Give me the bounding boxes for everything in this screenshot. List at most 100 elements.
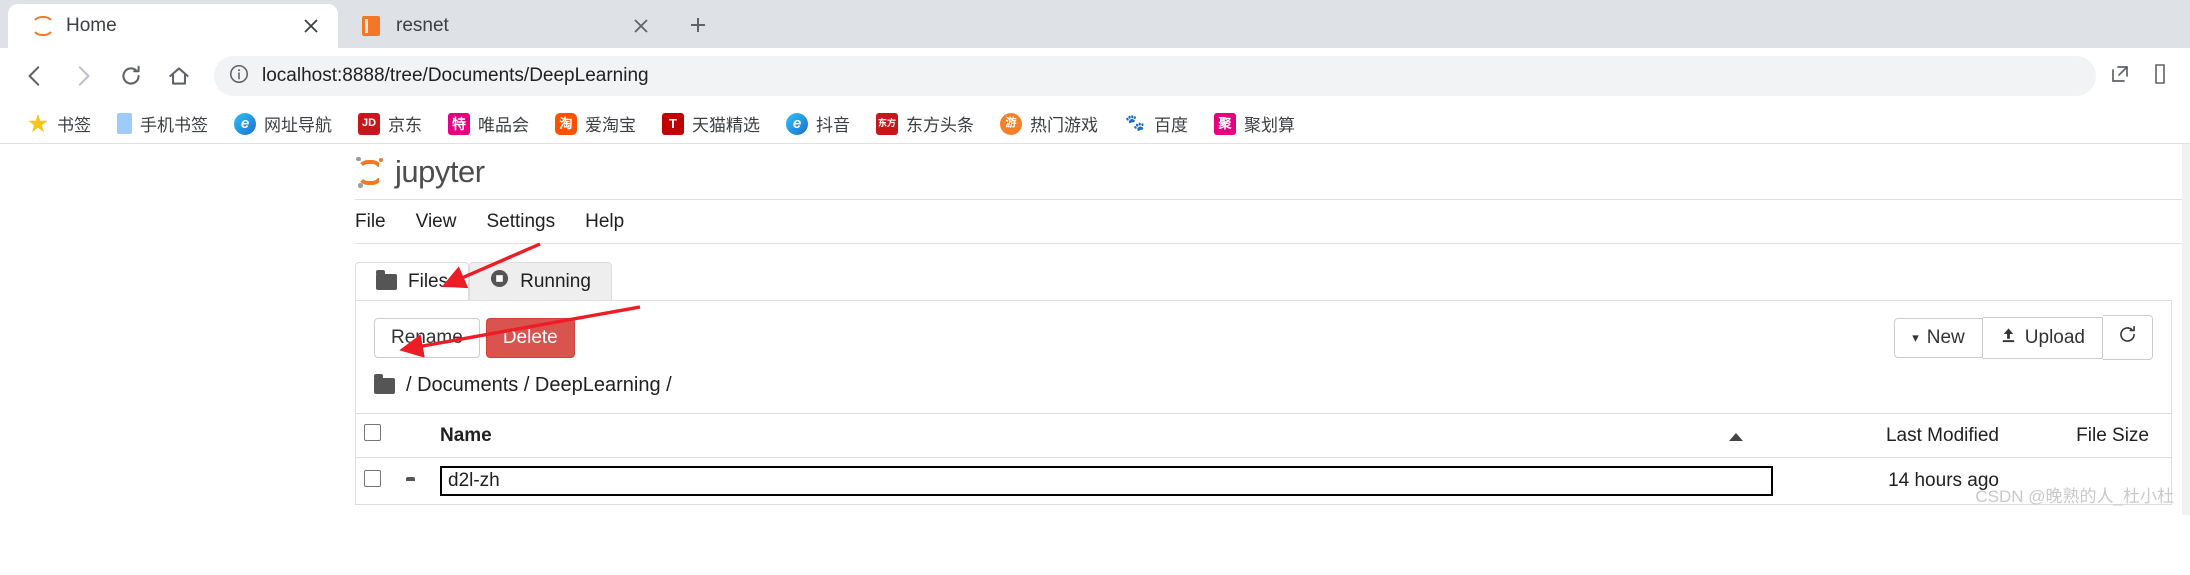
bookmark-item-dongfang[interactable]: 东方 东方头条 bbox=[863, 107, 987, 141]
tab-title: resnet bbox=[396, 15, 449, 36]
file-list-table: Name Last Modified File Size d2l-zh 14 h… bbox=[356, 413, 2171, 504]
taobao-icon: 淘 bbox=[555, 112, 577, 135]
name-header[interactable]: Name bbox=[432, 413, 1691, 458]
browser-tab-resnet[interactable]: resnet bbox=[338, 4, 668, 48]
sort-indicator-header[interactable] bbox=[1691, 413, 1781, 458]
chevron-down-icon: ▾ bbox=[1912, 329, 1919, 345]
upload-arrow-icon bbox=[2000, 326, 2017, 350]
jupyter-logo[interactable]: jupyter bbox=[355, 154, 485, 190]
last-modified-header[interactable]: Last Modified bbox=[1781, 413, 2021, 458]
folder-icon bbox=[376, 269, 397, 290]
file-browser-panel: Rename Delete ▾ New Upload / Documents /… bbox=[355, 300, 2172, 505]
stop-circle-icon bbox=[490, 269, 509, 294]
close-icon[interactable] bbox=[630, 15, 652, 37]
menu-item-settings[interactable]: Settings bbox=[486, 211, 555, 233]
home-icon[interactable] bbox=[158, 55, 200, 97]
row-select-cell bbox=[356, 458, 398, 505]
address-bar[interactable]: localhost:8888/tree/Documents/DeepLearni… bbox=[214, 56, 2096, 96]
bookmark-item-tmall[interactable]: T 天猫精选 bbox=[649, 107, 773, 141]
extensions-icon[interactable] bbox=[2150, 62, 2170, 91]
close-icon[interactable] bbox=[300, 15, 322, 37]
row-checkbox[interactable] bbox=[364, 469, 381, 487]
bookmark-label: 京东 bbox=[388, 116, 422, 135]
rename-input[interactable]: d2l-zh bbox=[440, 466, 1773, 496]
browser-tab-home[interactable]: Home bbox=[8, 4, 338, 48]
select-all-header bbox=[356, 413, 398, 458]
notebook-icon bbox=[360, 15, 382, 37]
refresh-button[interactable] bbox=[2103, 315, 2153, 360]
file-size-header[interactable]: File Size bbox=[2021, 413, 2171, 458]
file-list-body: d2l-zh 14 hours ago bbox=[356, 458, 2171, 505]
bookmark-item-taobao[interactable]: 淘 爱淘宝 bbox=[542, 107, 649, 141]
open-external-icon[interactable] bbox=[2108, 62, 2132, 91]
back-icon[interactable] bbox=[14, 55, 56, 97]
tab-running[interactable]: Running bbox=[469, 262, 612, 300]
bookmark-item-douyin[interactable]: e 抖音 bbox=[773, 107, 863, 141]
juhuasuan-icon: 聚 bbox=[1214, 112, 1236, 135]
page-content: jupyter File View Settings Help Files Ru… bbox=[0, 144, 2190, 515]
vip-icon: 特 bbox=[448, 112, 470, 135]
douyin-icon: e bbox=[786, 112, 808, 135]
icon-header bbox=[398, 413, 432, 458]
breadcrumb-path[interactable]: / Documents / DeepLearning / bbox=[406, 374, 672, 397]
tab-label: Files bbox=[408, 270, 449, 292]
bookmark-label: 书签 bbox=[57, 116, 91, 135]
breadcrumb[interactable]: / Documents / DeepLearning / bbox=[356, 372, 2171, 413]
tmall-icon: T bbox=[662, 112, 684, 135]
bookmark-label: 热门游戏 bbox=[1030, 116, 1098, 135]
reload-icon[interactable] bbox=[110, 55, 152, 97]
omnibox-actions bbox=[2108, 62, 2176, 91]
bookmark-item-jd[interactable]: JD 京东 bbox=[345, 107, 435, 141]
phone-icon bbox=[117, 113, 132, 134]
menu-item-view[interactable]: View bbox=[416, 211, 457, 233]
dongfang-icon: 东方 bbox=[876, 112, 898, 135]
page-scrollbar[interactable] bbox=[2182, 144, 2190, 515]
menu-item-file[interactable]: File bbox=[355, 211, 386, 233]
site-info-icon[interactable] bbox=[228, 63, 250, 90]
page-left-gutter bbox=[0, 144, 355, 515]
csdn-watermark: CSDN @晚熟的人_杜小杜 bbox=[1975, 487, 2174, 506]
jupyter-logo-icon bbox=[355, 156, 385, 188]
forward-icon bbox=[62, 55, 104, 97]
bookmark-label: 爱淘宝 bbox=[585, 116, 636, 135]
bookmark-item-juhuasuan[interactable]: 聚 聚划算 bbox=[1201, 107, 1308, 141]
select-all-checkbox[interactable] bbox=[364, 424, 381, 441]
bookmark-item-mobile[interactable]: 手机书签 bbox=[104, 107, 221, 141]
file-list-header: Name Last Modified File Size bbox=[356, 413, 2171, 458]
refresh-icon bbox=[2117, 324, 2138, 351]
table-row[interactable]: d2l-zh 14 hours ago bbox=[356, 458, 2171, 505]
menu-item-help[interactable]: Help bbox=[585, 211, 624, 233]
games-icon: 游 bbox=[1000, 112, 1022, 135]
bookmark-label: 抖音 bbox=[816, 116, 850, 135]
bookmark-label: 聚划算 bbox=[1244, 116, 1295, 135]
bookmark-label: 东方头条 bbox=[906, 116, 974, 135]
row-icon-cell bbox=[398, 458, 432, 505]
jd-icon: JD bbox=[358, 112, 380, 135]
delete-button[interactable]: Delete bbox=[485, 317, 575, 358]
bookmark-label: 手机书签 bbox=[140, 116, 208, 135]
bookmark-item-navigation[interactable]: e 网址导航 bbox=[221, 107, 345, 141]
new-button-label: New bbox=[1926, 326, 1965, 348]
bookmark-item-shuqian[interactable]: ★ 书签 bbox=[14, 107, 104, 141]
tab-files[interactable]: Files bbox=[355, 262, 470, 300]
new-button[interactable]: ▾ New bbox=[1894, 317, 1983, 358]
jupyter-tabbar: Files Running bbox=[355, 262, 2190, 300]
bookmark-label: 天猫精选 bbox=[692, 116, 760, 135]
sort-ascending-icon bbox=[1729, 432, 1743, 441]
ie-icon: e bbox=[234, 112, 256, 135]
tab-label: Running bbox=[520, 270, 591, 292]
bookmark-label: 唯品会 bbox=[478, 116, 529, 135]
rename-button[interactable]: Rename bbox=[374, 317, 480, 358]
bookmark-item-vip[interactable]: 特 唯品会 bbox=[435, 107, 542, 141]
bookmark-item-games[interactable]: 游 热门游戏 bbox=[987, 107, 1111, 141]
new-tab-button[interactable] bbox=[678, 5, 718, 45]
bookmark-item-baidu[interactable]: 🐾 百度 bbox=[1111, 107, 1201, 141]
navigation-toolbar: localhost:8888/tree/Documents/DeepLearni… bbox=[0, 48, 2190, 104]
tab-strip: Home resnet bbox=[0, 0, 2190, 48]
jupyter-brand-text: jupyter bbox=[395, 153, 485, 189]
upload-button[interactable]: Upload bbox=[1982, 316, 2103, 359]
bookmarks-bar: ★ 书签 手机书签 e 网址导航 JD 京东 特 唯品会 淘 爱淘宝 T 天猫精… bbox=[0, 104, 2190, 144]
row-name-cell: d2l-zh bbox=[432, 458, 1781, 505]
bookmark-label: 百度 bbox=[1154, 116, 1188, 135]
folder-icon bbox=[374, 373, 395, 394]
